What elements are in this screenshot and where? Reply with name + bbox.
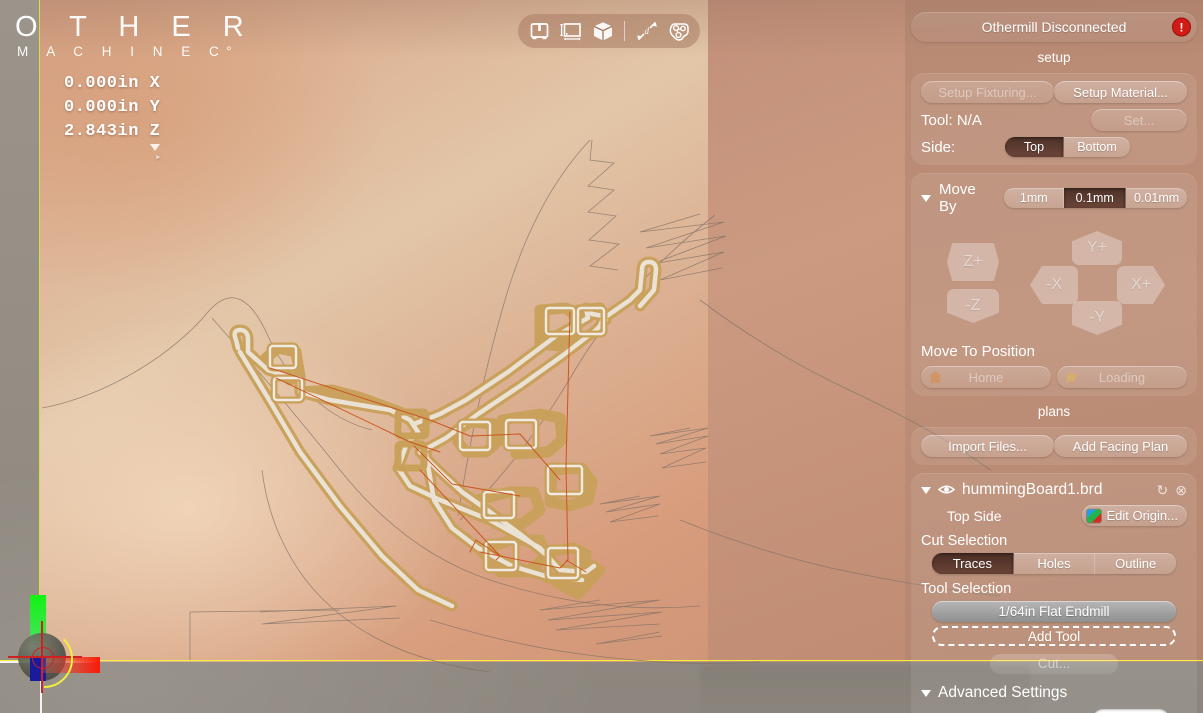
setup-material-button[interactable]: Setup Material...	[1054, 81, 1187, 103]
plan-actions: ↻ ⊗	[1157, 483, 1187, 497]
move-increment-segmented-control: 1mm 0.1mm 0.01mm	[1004, 188, 1187, 208]
setup-section-title: setup	[1037, 50, 1071, 65]
move-by-title: Move By	[939, 181, 976, 215]
home-button[interactable]: Home	[921, 366, 1051, 388]
axis-orientation-gizmo[interactable]	[8, 595, 100, 693]
plan-header: hummingBoard1.brd ↻ ⊗	[921, 481, 1187, 499]
eye-icon[interactable]	[937, 483, 956, 498]
side-option-bottom[interactable]: Bottom	[1064, 137, 1130, 157]
machine-status-bar[interactable]: Othermill Disconnected !	[911, 12, 1197, 42]
origin-color-swatch-icon	[1087, 509, 1102, 522]
cube-3d-icon[interactable]	[590, 18, 617, 44]
jog-z-minus-button[interactable]: -Z	[947, 289, 999, 323]
dro-z: 2.843in Z	[64, 122, 161, 141]
jog-z-plus-button[interactable]: Z+	[947, 243, 999, 281]
set-tool-button[interactable]: Set...	[1091, 109, 1187, 131]
close-icon[interactable]: ⊗	[1175, 483, 1187, 497]
cut-selection-segmented-control: Traces Holes Outline	[932, 553, 1176, 574]
jog-x-minus-button[interactable]: -X	[1030, 266, 1078, 304]
plan-card: hummingBoard1.brd ↻ ⊗ Top Side Edit Orig…	[911, 473, 1197, 713]
cut-selection-holes[interactable]: Holes	[1013, 553, 1096, 574]
plan-file-name: hummingBoard1.brd	[962, 481, 1103, 498]
brand-logo-line1: O T H E R	[15, 11, 256, 43]
measure-bed-icon[interactable]	[558, 18, 585, 44]
side-segmented-control: Top Bottom	[1005, 137, 1130, 157]
move-increment-1mm[interactable]: 1mm	[1004, 188, 1065, 208]
setup-group: Setup Fixturing... Setup Material... Too…	[911, 73, 1197, 165]
view-toolbar: d	[518, 14, 700, 48]
toolbar-divider	[624, 21, 626, 41]
loading-icon	[1064, 370, 1079, 385]
move-by-disclosure-triangle[interactable]	[921, 194, 931, 202]
dro-y: 0.000in Y	[64, 98, 161, 117]
svg-text:d: d	[644, 26, 649, 36]
plan-side-label: Top Side	[947, 507, 1002, 524]
loading-button[interactable]: Loading	[1057, 366, 1187, 388]
jog-x-plus-button[interactable]: X+	[1117, 266, 1165, 304]
loading-button-label: Loading	[1098, 369, 1146, 385]
move-to-position-buttons: Home Loading	[921, 366, 1187, 388]
advanced-row-trace-clearance: Trace Clearance >= 0.000in	[921, 709, 1187, 713]
brand-logo: O T H E R M A C H I N E C°	[15, 12, 256, 62]
side-row: Side: Top Bottom	[921, 137, 1187, 157]
plans-section-title: plans	[1037, 404, 1071, 419]
move-by-header: Move By 1mm 0.1mm 0.01mm	[921, 181, 1187, 215]
tool-row: Tool: N/A Set...	[921, 109, 1187, 131]
jog-pad: Z+ -Z Y+ -Y -X X+	[921, 221, 1187, 341]
edit-origin-label: Edit Origin...	[1106, 508, 1178, 523]
trace-clearance-input[interactable]: 0.000in	[1093, 709, 1169, 713]
distance-measure-icon[interactable]: d	[633, 18, 660, 44]
material-edge-left	[39, 0, 41, 661]
digital-readout: 0.000in X 0.000in Y 2.843in Z ▸	[64, 72, 162, 164]
stock-material-right	[708, 0, 905, 662]
selected-tool-button[interactable]: 1/64in Flat Endmill	[932, 601, 1176, 622]
machine-status-text: Othermill Disconnected	[981, 19, 1127, 35]
home-button-label: Home	[968, 369, 1004, 385]
home-icon	[928, 370, 943, 385]
brand-logo-line2: M A C H I N E C°	[17, 44, 240, 59]
move-to-position-label: Move To Position	[921, 343, 1035, 360]
move-increment-0.01mm[interactable]: 0.01mm	[1126, 188, 1187, 208]
side-option-top[interactable]: Top	[1005, 137, 1064, 157]
cut-selection-outline[interactable]: Outline	[1095, 553, 1176, 574]
refresh-icon[interactable]: ↻	[1157, 483, 1169, 497]
add-facing-plan-button[interactable]: Add Facing Plan	[1054, 435, 1187, 457]
move-increment-0.1mm[interactable]: 0.1mm	[1064, 188, 1127, 208]
alert-icon[interactable]: !	[1172, 17, 1191, 37]
cut-selection-label: Cut Selection	[921, 533, 1008, 549]
setup-buttons-row: Setup Fixturing... Setup Material...	[921, 81, 1187, 103]
side-label: Side:	[921, 138, 956, 156]
advanced-settings-header: Advanced Settings	[921, 684, 1187, 702]
cut-selection-traces[interactable]: Traces	[932, 553, 1014, 574]
move-by-group: Move By 1mm 0.1mm 0.01mm Z+ -Z Y+ -Y -X …	[911, 173, 1197, 396]
advanced-settings-disclosure-triangle[interactable]	[921, 689, 931, 697]
jog-y-plus-button[interactable]: Y+	[1072, 231, 1122, 265]
plan-disclosure-triangle[interactable]	[921, 486, 931, 494]
advanced-settings-title: Advanced Settings	[938, 684, 1068, 701]
cut-button[interactable]: Cut...	[990, 654, 1118, 674]
traces-preview-icon[interactable]	[665, 18, 692, 44]
plans-buttons-row: Import Files... Add Facing Plan	[921, 435, 1187, 457]
bookmark-icon[interactable]	[526, 18, 553, 44]
edit-origin-button[interactable]: Edit Origin...	[1082, 505, 1187, 526]
tool-selection-label: Tool Selection	[921, 581, 1012, 597]
dro-expand-caret[interactable]: ▸	[150, 144, 162, 164]
tool-label: Tool: N/A	[921, 111, 982, 129]
plan-side-row: Top Side Edit Origin...	[921, 505, 1187, 526]
jog-y-minus-button[interactable]: -Y	[1072, 301, 1122, 335]
control-panel: Othermill Disconnected ! setup Setup Fix…	[905, 0, 1203, 713]
dro-x: 0.000in X	[64, 74, 161, 93]
plans-buttons-group: Import Files... Add Facing Plan	[911, 427, 1197, 465]
setup-fixturing-button[interactable]: Setup Fixturing...	[921, 81, 1054, 103]
add-tool-button[interactable]: Add Tool	[932, 626, 1176, 646]
import-files-button[interactable]: Import Files...	[921, 435, 1054, 457]
